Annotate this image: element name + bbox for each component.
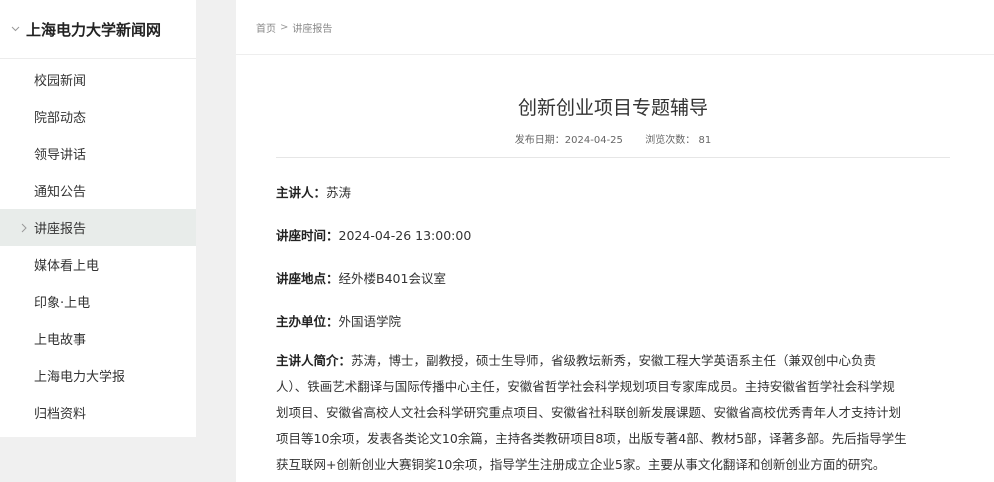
sidebar-item-label: 校园新闻: [34, 74, 87, 89]
sidebar-item-media[interactable]: 媒体看上电: [0, 246, 196, 283]
field-label: 讲座地点：: [276, 270, 339, 286]
sidebar-nav: 校园新闻 院部动态 领导讲话 通知公告 讲座报告 媒体看上电 印象·上电 上电故…: [0, 59, 196, 431]
bio-line: 划项目、安徽省高校人文社会科学研究重点项目、安徽省社科联创新发展课题、安徽省高校…: [276, 404, 902, 420]
sidebar-item-leader-speeches[interactable]: 领导讲话: [0, 135, 196, 172]
publish-date: 2024-04-25: [564, 134, 623, 146]
sidebar-item-label: 上海电力大学报: [34, 370, 126, 385]
article: 创新创业项目专题辅导 发布日期：2024-04-25 浏览次数： 81 主讲人：…: [236, 95, 994, 478]
title-divider: [276, 156, 950, 158]
sidebar: 上海电力大学新闻网 校园新闻 院部动态 领导讲话 通知公告 讲座报告 媒体看上电…: [0, 0, 196, 437]
view-count: 81: [698, 134, 712, 146]
field-label: 讲座时间：: [276, 227, 339, 243]
sidebar-item-newspaper[interactable]: 上海电力大学报: [0, 357, 196, 394]
field-value: 2024-04-26 13:00:00: [338, 227, 472, 243]
sidebar-item-label: 院部动态: [34, 111, 87, 126]
article-title: 创新创业项目专题辅导: [517, 97, 708, 119]
sidebar-item-label: 讲座报告: [34, 222, 87, 237]
breadcrumb-current-link[interactable]: 讲座报告: [292, 20, 332, 35]
chevron-right-icon: [20, 222, 28, 233]
breadcrumb: 首页 > 讲座报告: [236, 0, 994, 55]
field-label: 主讲人：: [276, 184, 327, 200]
sidebar-title: 上海电力大学新闻网: [26, 20, 162, 39]
views-label: 浏览次数：: [645, 134, 696, 146]
main-content: 首页 > 讲座报告 创新创业项目专题辅导 发布日期：2024-04-25 浏览次…: [236, 0, 994, 482]
lecture-time-field: 讲座时间：2024-04-26 13:00:00: [276, 223, 950, 249]
sidebar-item-label: 媒体看上电: [34, 259, 100, 274]
sidebar-item-impression[interactable]: 印象·上电: [0, 283, 196, 320]
article-body: 主讲人：苏涛 讲座时间：2024-04-26 13:00:00 讲座地点：经外楼…: [276, 180, 950, 478]
bio-line: 获互联网+创新创业大赛铜奖10余项，指导学生注册成立企业5家。主要从事文化翻译和…: [276, 456, 886, 472]
sidebar-item-label: 印象·上电: [34, 296, 91, 311]
sidebar-item-notices[interactable]: 通知公告: [0, 172, 196, 209]
bio-line: 主讲人简介：苏涛，博士，副教授，硕士生导师，省级教坛新秀，安徽工程大学英语系主任…: [276, 348, 950, 374]
sidebar-item-label: 归档资料: [34, 407, 87, 422]
chevron-down-icon: [10, 24, 20, 34]
sidebar-item-label: 通知公告: [34, 185, 87, 200]
bio-label: 主讲人简介：: [276, 352, 352, 368]
speaker-bio: 主讲人简介：苏涛，博士，副教授，硕士生导师，省级教坛新秀，安徽工程大学英语系主任…: [276, 348, 950, 478]
lecture-location-field: 讲座地点：经外楼B401会议室: [276, 266, 950, 292]
organizer-field: 主办单位：外国语学院: [276, 309, 950, 335]
sidebar-item-stories[interactable]: 上电故事: [0, 320, 196, 357]
field-value: 经外楼B401会议室: [338, 270, 446, 286]
sidebar-item-campus-news[interactable]: 校园新闻: [0, 61, 196, 98]
breadcrumb-home-link[interactable]: 首页: [256, 20, 276, 35]
sidebar-item-lectures[interactable]: 讲座报告: [0, 209, 196, 246]
speaker-field: 主讲人：苏涛: [276, 180, 950, 206]
bio-line: 人）、铁画艺术翻译与国际传播中心主任，安徽省哲学社会科学规划项目专家库成员。主持…: [276, 378, 895, 394]
bio-line: 项目等10余项，发表各类论文10余篇，主持各类教研项目8项，出版专著4部、教材5…: [276, 430, 907, 446]
article-meta: 发布日期：2024-04-25 浏览次数： 81: [276, 134, 950, 148]
field-value: 外国语学院: [338, 313, 402, 329]
sidebar-item-archive[interactable]: 归档资料: [0, 394, 196, 431]
field-value: 苏涛: [326, 184, 352, 200]
bio-text: 苏涛，博士，副教授，硕士生导师，省级教坛新秀，安徽工程大学英语系主任（兼双创中心…: [351, 352, 877, 368]
sidebar-item-label: 领导讲话: [34, 148, 87, 163]
sidebar-item-department-news[interactable]: 院部动态: [0, 98, 196, 135]
breadcrumb-separator: >: [280, 21, 289, 33]
sidebar-header[interactable]: 上海电力大学新闻网: [0, 0, 196, 59]
publish-date-label: 发布日期：: [514, 134, 565, 146]
sidebar-item-label: 上电故事: [34, 333, 87, 348]
field-label: 主办单位：: [276, 313, 339, 329]
